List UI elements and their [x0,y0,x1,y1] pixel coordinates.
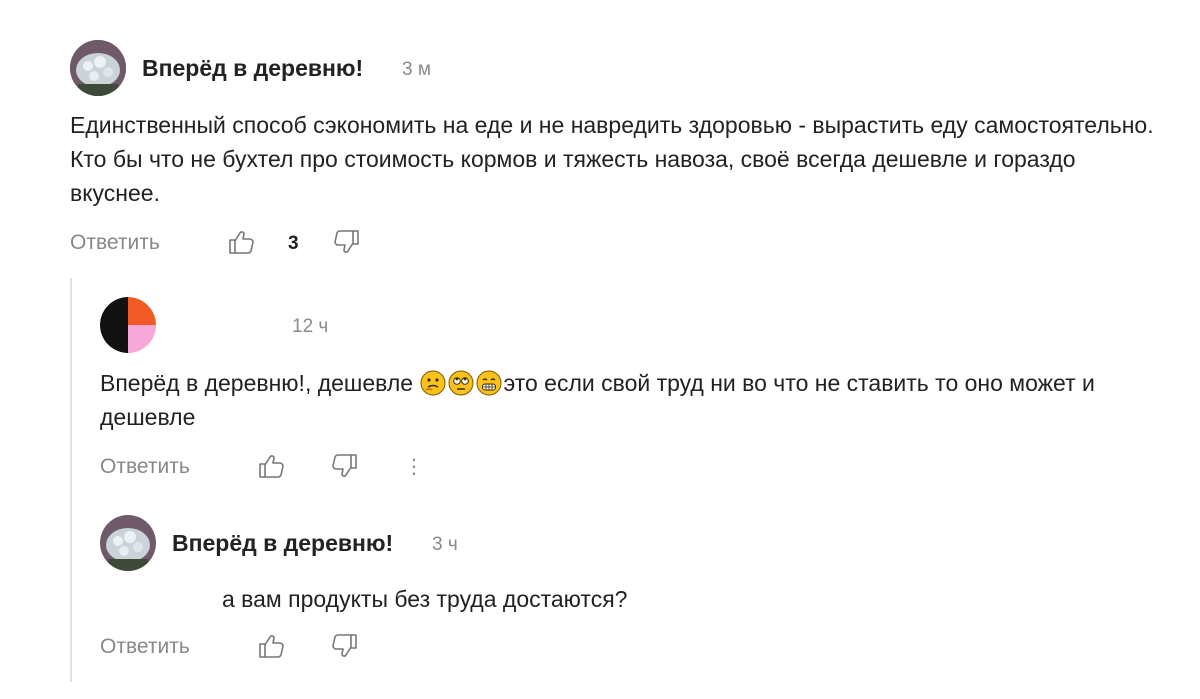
comment-text: а вам продукты без труда достаются? [222,586,628,612]
avatar-image [100,515,156,571]
grinning-emoji-icon [476,370,502,396]
reply-button[interactable]: Ответить [100,635,190,659]
comment-author[interactable]: Вперёд в деревню! [142,55,363,82]
thread-line [70,278,72,682]
thumb-down-icon [334,230,359,253]
comment-time: 3 м [402,59,431,80]
comment-author[interactable]: Вперёд в деревню! [172,530,393,557]
more-options-button[interactable]: ⋮ [404,454,424,479]
avatar-image [70,40,126,96]
reply-button[interactable]: Ответить [100,455,190,479]
avatar[interactable] [100,515,156,571]
thumb-up-icon [229,231,254,254]
eye-roll-emoji-icon [448,370,474,396]
comment-text: Вперёд в деревню!, дешевле это если свой… [100,366,1160,434]
comment-time: 12 ч [292,316,329,337]
avatar[interactable] [100,297,156,353]
thumb-down-icon [332,634,357,657]
dislike-button[interactable] [330,631,360,661]
like-button[interactable] [256,451,286,481]
thumb-up-icon [259,455,284,478]
comment-text: Единственный способ сэкономить на еде и … [70,112,1154,206]
like-button[interactable] [256,631,286,661]
like-count: 3 [288,233,299,254]
thumb-up-icon [259,635,284,658]
reply-button[interactable]: Ответить [70,231,160,255]
comment-text-part: Вперёд в деревню!, дешевле [100,370,420,396]
avatar[interactable] [70,40,126,96]
thinking-emoji-icon [420,370,446,396]
comment-time: 3 ч [432,534,458,555]
thumb-down-icon [332,454,357,477]
dislike-button[interactable] [332,227,362,257]
like-button[interactable] [226,227,256,257]
dislike-button[interactable] [330,451,360,481]
avatar-image [100,297,156,353]
